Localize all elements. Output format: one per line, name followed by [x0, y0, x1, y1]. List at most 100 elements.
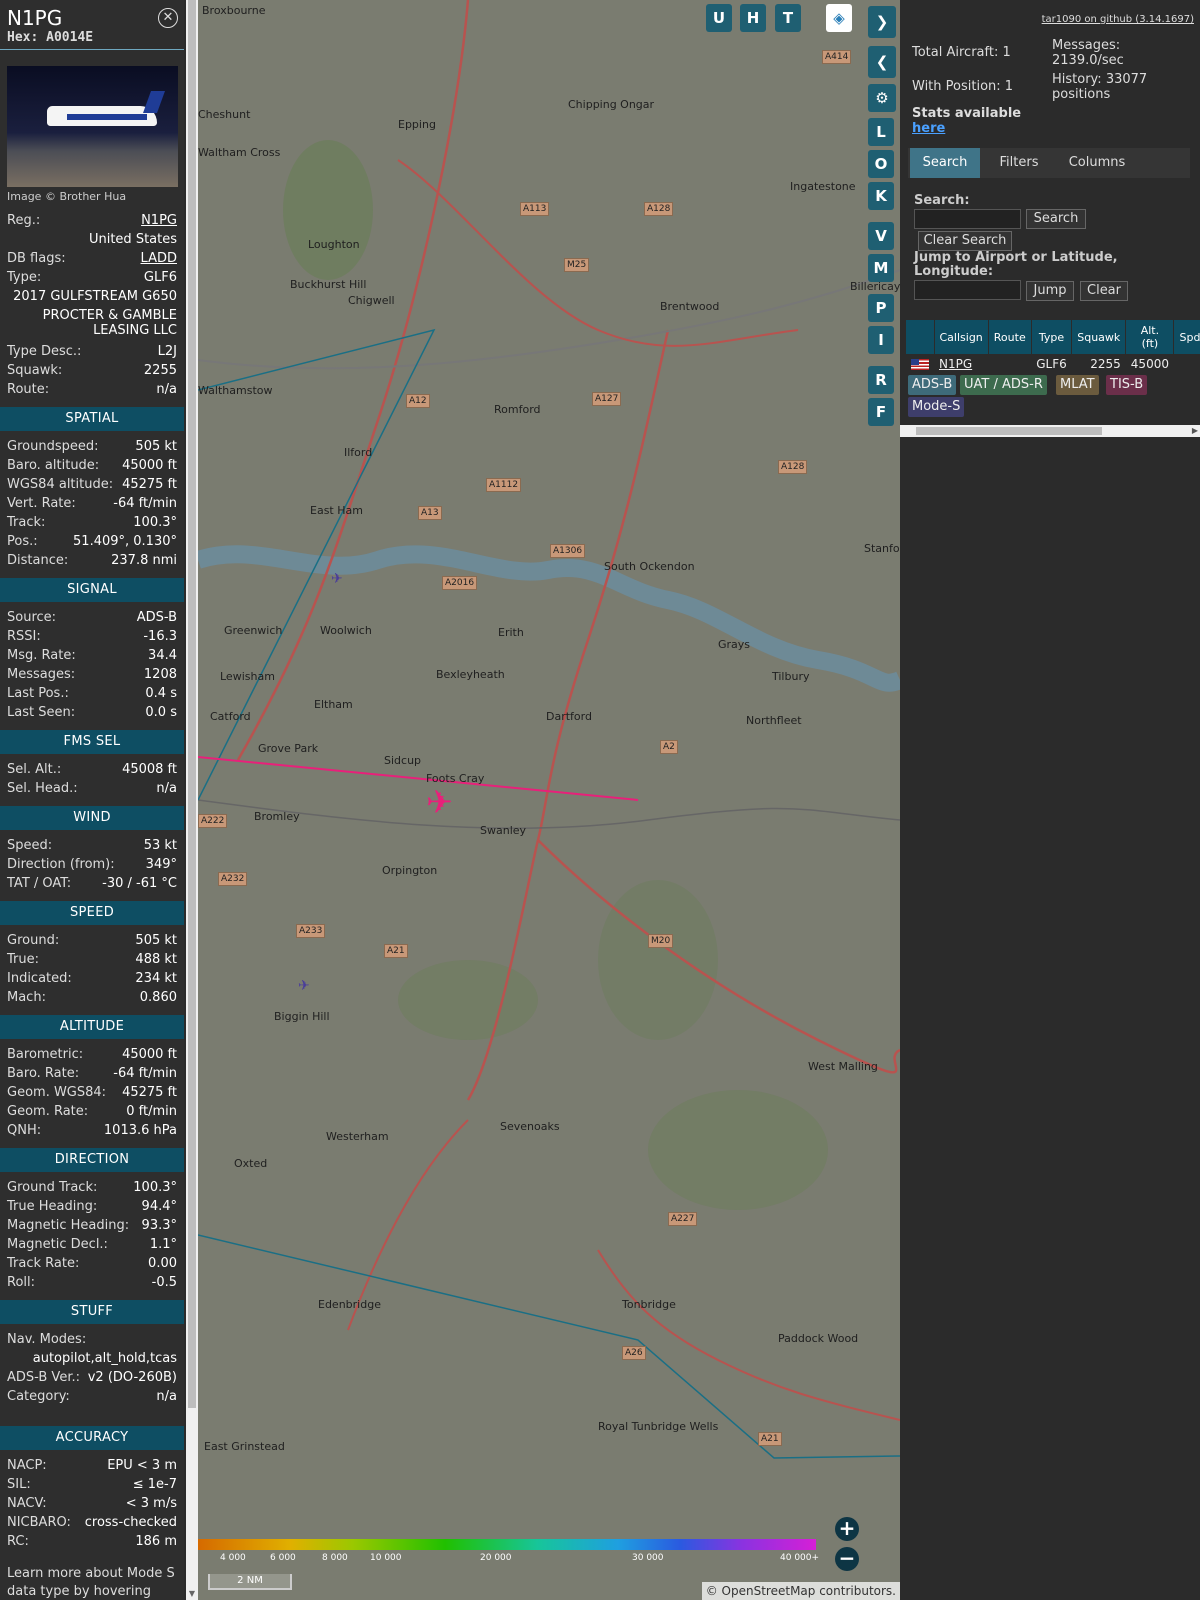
table-hscrollbar[interactable]: ▶ [900, 425, 1200, 437]
zoom-in-icon[interactable]: + [835, 1517, 859, 1541]
altitude-tick-label: 6 000 [270, 1553, 296, 1563]
toggle-u-button[interactable]: U [706, 4, 732, 32]
section-direction[interactable]: DIRECTION [0, 1148, 184, 1172]
country-row: United States [88, 232, 177, 247]
layers-icon[interactable]: ◈ [826, 4, 852, 32]
map-place-label: Swanley [480, 824, 527, 837]
map-place-label: Ilford [344, 446, 373, 459]
altitude-tick-label: 30 000 [632, 1553, 664, 1563]
map-place-label: Westerham [326, 1130, 389, 1143]
badge-modes[interactable]: Mode-S [908, 397, 965, 417]
accuracy-row: NICBARO: cross-checked [7, 1515, 177, 1530]
map-place-label: Broxbourne [202, 4, 266, 17]
signal-row: RSSI: -16.3 [7, 629, 177, 644]
stuff-row: ADS-B Ver.: v2 (DO-260B) [7, 1370, 177, 1385]
toggle-f-button[interactable]: F [868, 398, 894, 426]
toggle-h-button[interactable]: H [740, 4, 766, 32]
section-altitude[interactable]: ALTITUDE [0, 1015, 184, 1039]
section-speed[interactable]: SPEED [0, 901, 184, 925]
direction-row: Ground Track: 100.3° [7, 1180, 177, 1195]
clear-button[interactable]: Clear [1080, 281, 1128, 301]
scroll-right-icon[interactable]: ▶ [1192, 425, 1198, 437]
map-place-label: Sevenoaks [500, 1120, 560, 1133]
map-place-label: Chipping Ongar [568, 98, 655, 111]
map-place-label: Paddock Wood [778, 1332, 859, 1345]
scroll-down-icon[interactable]: ▼ [186, 1588, 198, 1600]
aircraft-photo[interactable] [7, 66, 178, 187]
hscroll-thumb[interactable] [916, 427, 1102, 435]
column-header[interactable]: Route [988, 320, 1032, 354]
owner-row: PROCTER & GAMBLE LEASING LLC [42, 308, 177, 338]
section-accuracy[interactable]: ACCURACY [0, 1426, 184, 1450]
map-place-label: Lewisham [220, 670, 275, 683]
column-header[interactable]: Type [1031, 320, 1073, 354]
map-place-label: Bexleyheath [436, 668, 505, 681]
column-header[interactable]: Squawk [1071, 320, 1127, 354]
section-spatial[interactable]: SPATIAL [0, 407, 184, 431]
section-wind[interactable]: WIND [0, 806, 184, 830]
search-input[interactable] [914, 209, 1021, 229]
jump-input[interactable] [914, 280, 1021, 300]
road-label: A13 [418, 506, 442, 520]
altitude-row: QNH: 1013.6 hPa [7, 1123, 177, 1138]
spatial-row: Track: 100.3° [7, 515, 177, 530]
map-place-label: Royal Tunbridge Wells [598, 1420, 719, 1433]
toggle-v-button[interactable]: V [868, 222, 894, 250]
chevron-left-icon[interactable]: ❮ [868, 46, 896, 78]
settings-gear-icon[interactable]: ⚙ [868, 84, 896, 112]
section-stuff[interactable]: STUFF [0, 1300, 184, 1324]
badge-uat[interactable]: UAT / ADS-R [960, 375, 1047, 395]
toggle-k-button[interactable]: K [868, 182, 894, 210]
road-label: A2016 [442, 576, 478, 590]
zoom-out-icon[interactable]: − [835, 1547, 859, 1571]
reg-link[interactable]: N1PG [141, 211, 177, 230]
map-view[interactable]: ✈ ✈ ✈ Broxbourne Chipping Ongar Cheshunt Ep… [198, 0, 900, 1600]
badge-mlat[interactable]: MLAT [1056, 375, 1099, 395]
jump-label: Jump to Airport or Latitude, Longitude: [914, 250, 1118, 279]
info-scrollbar[interactable]: ▼ [186, 0, 198, 1600]
scrollbar-thumb[interactable] [188, 0, 196, 1408]
map-place-label: Walthamstow [198, 384, 273, 397]
route-cell [988, 354, 1031, 374]
map-attribution[interactable]: © OpenStreetMap contributors. [701, 1582, 900, 1600]
sidebar-panel: tar1090 on github (3.14.1697) Total Airc… [900, 0, 1200, 1600]
badge-adsb[interactable]: ADS-B [908, 375, 957, 395]
tab-filters[interactable]: Filters [986, 148, 1052, 178]
toggle-o-button[interactable]: O [868, 150, 894, 178]
map-place-label: West Malling [808, 1060, 878, 1073]
map-place-label: Buckhurst Hill [290, 278, 367, 291]
tab-columns[interactable]: Columns [1056, 148, 1138, 178]
column-header[interactable]: Alt. (ft) [1125, 320, 1175, 354]
toggle-r-button[interactable]: R [868, 366, 894, 394]
toggle-i-button[interactable]: I [868, 326, 894, 354]
section-signal[interactable]: SIGNAL [0, 578, 184, 602]
with-position: With Position: 1 [912, 79, 1014, 94]
jump-button[interactable]: Jump [1026, 281, 1074, 301]
badge-tisb[interactable]: TIS-B [1106, 375, 1148, 395]
column-header[interactable]: Callsign [934, 320, 989, 354]
accuracy-row: NACV: < 3 m/s [7, 1496, 177, 1511]
chevron-right-icon[interactable]: ❯ [868, 6, 896, 38]
road-label: A21 [384, 944, 408, 958]
column-header[interactable]: Spd. [1173, 320, 1200, 354]
tab-search[interactable]: Search [910, 148, 980, 178]
wind-row: TAT / OAT: -30 / -61 °C [7, 876, 177, 891]
selected-aircraft-icon[interactable]: ✈ [426, 786, 453, 818]
stats-link[interactable]: here [912, 121, 945, 136]
column-header[interactable] [906, 320, 935, 354]
toggle-p-button[interactable]: P [868, 294, 894, 322]
typedesc-row: Type Desc.: L2J [7, 344, 177, 359]
close-icon[interactable]: ✕ [158, 8, 178, 28]
clear-search-button[interactable]: Clear Search [918, 231, 1012, 251]
road-label: A2 [660, 740, 678, 754]
search-button[interactable]: Search [1026, 209, 1086, 229]
section-fms[interactable]: FMS SEL [0, 730, 184, 754]
dbflags-link[interactable]: LADD [141, 249, 177, 268]
toggle-m-button[interactable]: M [868, 254, 894, 282]
table-row[interactable]: N1PG GLF6 2255 45000 [906, 354, 1200, 374]
callsign-cell[interactable]: N1PG [934, 354, 988, 374]
github-link[interactable]: tar1090 on github (3.14.1697) [1042, 14, 1194, 25]
toggle-l-button[interactable]: L [868, 118, 894, 146]
map-place-label: Bromley [254, 810, 300, 823]
toggle-t-button[interactable]: T [775, 4, 801, 32]
